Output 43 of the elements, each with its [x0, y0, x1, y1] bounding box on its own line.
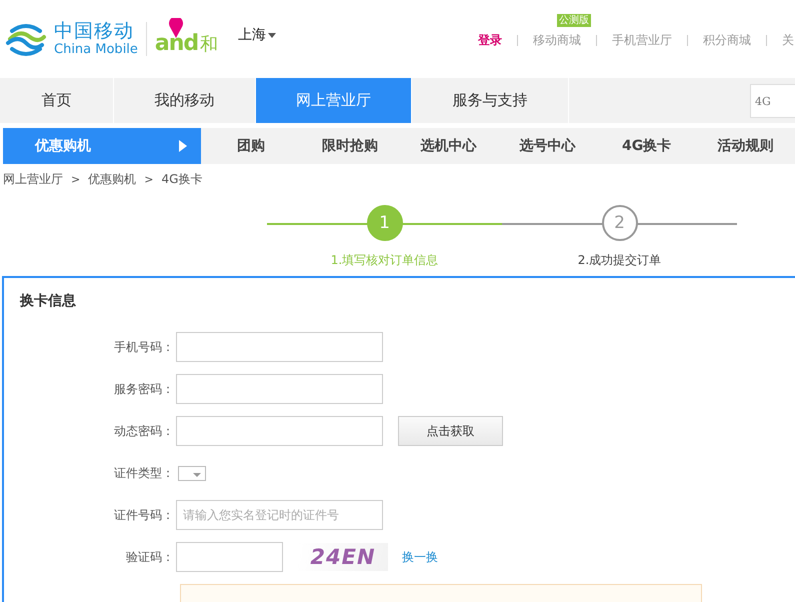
subnav-tab[interactable]: 选机中心	[399, 128, 498, 164]
breadcrumb-link[interactable]: 4G换卡	[161, 170, 202, 188]
search-field[interactable]: 4G	[750, 84, 795, 118]
nav-tab[interactable]: 首页	[0, 78, 114, 123]
get-code-button[interactable]: 点击获取	[398, 416, 503, 446]
breadcrumb-link[interactable]: 优惠购机	[88, 170, 136, 188]
panel-title: 换卡信息	[20, 292, 77, 310]
field-label: 证件号码：	[113, 506, 175, 524]
field-label: 动态密码：	[113, 422, 175, 440]
brand-name-english: China Mobile	[54, 42, 138, 58]
input-field[interactable]: 请输入您实名登记时的证件号	[176, 500, 383, 530]
subnav-tab[interactable]: 4G换卡	[597, 128, 696, 164]
id-type-dropdown[interactable]	[178, 466, 206, 480]
subnav-tab[interactable]: 团购	[201, 128, 300, 164]
city-selector[interactable]: 上海	[238, 26, 276, 44]
input-field[interactable]	[176, 332, 383, 362]
breadcrumb-separator: >	[71, 172, 80, 186]
input-field[interactable]	[176, 542, 283, 572]
field-label: 验证码：	[125, 548, 175, 566]
he-logo-text: 和	[200, 33, 218, 56]
caret-icon	[268, 32, 276, 38]
step-circle: 2	[602, 205, 638, 241]
brand-name: 中国移动	[54, 20, 135, 42]
arrow-right-icon	[179, 140, 188, 152]
step-label: 2.成功提交订单	[578, 252, 662, 269]
refresh-link[interactable]: 换一换	[402, 548, 438, 566]
subnav-tab[interactable]: 选号中心	[498, 128, 598, 164]
caret-icon	[193, 472, 201, 476]
input-field[interactable]	[176, 416, 383, 446]
field-label: 证件类型：	[113, 464, 175, 482]
breadcrumb-link[interactable]: 网上营业厅	[3, 170, 63, 188]
input-field[interactable]	[176, 374, 383, 404]
step-circle: 1	[366, 205, 402, 241]
subnav-tab[interactable]: 限时抢购	[300, 128, 400, 164]
beta-badge: 公测版	[557, 14, 591, 27]
field-label: 手机号码：	[113, 338, 175, 356]
step-label: 1.填写核对订单信息	[330, 252, 438, 269]
subnav-tab[interactable]: 活动规则	[696, 128, 795, 164]
field-label: 服务密码：	[113, 380, 175, 398]
nav-tab[interactable]: 服务与支持	[412, 78, 569, 123]
top-link[interactable]: 登录	[478, 33, 502, 47]
and-logo-text: and	[154, 32, 198, 56]
breadcrumb-separator: >	[144, 172, 154, 186]
